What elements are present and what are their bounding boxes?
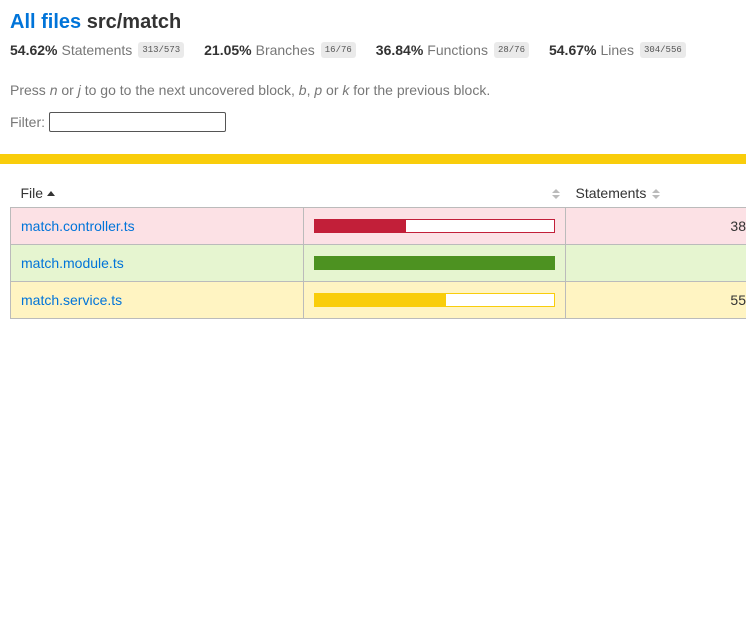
summary-pct: 36.84% [376,42,423,58]
coverage-bar-cell [304,245,566,282]
column-header-file[interactable]: File [11,179,304,208]
coverage-header: All files src/match 54.62% Statements 31… [0,10,746,132]
summary-fraction: 28/76 [494,42,529,58]
coverage-bar [314,293,555,307]
coverage-bar-fill [315,257,554,269]
column-header-bar[interactable] [304,179,566,208]
filter-input[interactable] [49,112,226,132]
file-cell: match.module.ts [11,245,304,282]
coverage-bar-fill [315,294,446,306]
summary-pct: 54.62% [10,42,57,58]
file-cell: match.controller.ts [11,208,304,245]
summary-functions: 36.84% Functions 28/76 [376,42,529,58]
summary-label: Lines [600,42,633,58]
file-cell: match.service.ts [11,282,304,319]
coverage-bar [314,256,555,270]
file-link[interactable]: match.service.ts [21,292,122,308]
table-row: match.controller.ts 38 [11,208,746,245]
keyboard-hint: Press n or j to go to the next uncovered… [10,82,736,98]
coverage-summary: 54.62% Statements 313/573 21.05% Branche… [10,42,736,58]
coverage-bar-fill [315,220,406,232]
sort-icon [552,189,560,199]
summary-label: Functions [427,42,488,58]
table-row: match.module.ts [11,245,746,282]
summary-fraction: 304/556 [640,42,686,58]
sort-icon [652,189,660,199]
summary-branches: 21.05% Branches 16/76 [204,42,356,58]
filter-label: Filter: [10,114,45,130]
summary-label: Statements [61,42,132,58]
coverage-bar [314,219,555,233]
coverage-bar-cell [304,282,566,319]
coverage-status-line [0,154,746,164]
all-files-link[interactable]: All files [10,11,81,33]
table-row: match.service.ts 55 [11,282,746,319]
summary-pct: 54.67% [549,42,596,58]
summary-lines: 54.67% Lines 304/556 [549,42,686,58]
summary-pct: 21.05% [204,42,251,58]
statements-pct-cell: 38 [566,208,746,245]
summary-fraction: 16/76 [321,42,356,58]
sort-ascending-icon [47,191,55,196]
column-header-statements[interactable]: Statements [566,179,746,208]
filter-row: Filter: [10,112,736,132]
summary-label: Branches [256,42,315,58]
current-path: src/match [87,11,182,33]
coverage-table: File Statements match.controller.ts38mat… [10,179,746,319]
summary-fraction: 313/573 [138,42,184,58]
file-link[interactable]: match.module.ts [21,255,124,271]
coverage-bar-cell [304,208,566,245]
page-title: All files src/match [10,10,736,34]
file-link[interactable]: match.controller.ts [21,218,135,234]
coverage-table-container: File Statements match.controller.ts38mat… [10,179,746,319]
statements-pct-cell: 55 [566,282,746,319]
statements-pct-cell [566,245,746,282]
summary-statements: 54.62% Statements 313/573 [10,42,184,58]
